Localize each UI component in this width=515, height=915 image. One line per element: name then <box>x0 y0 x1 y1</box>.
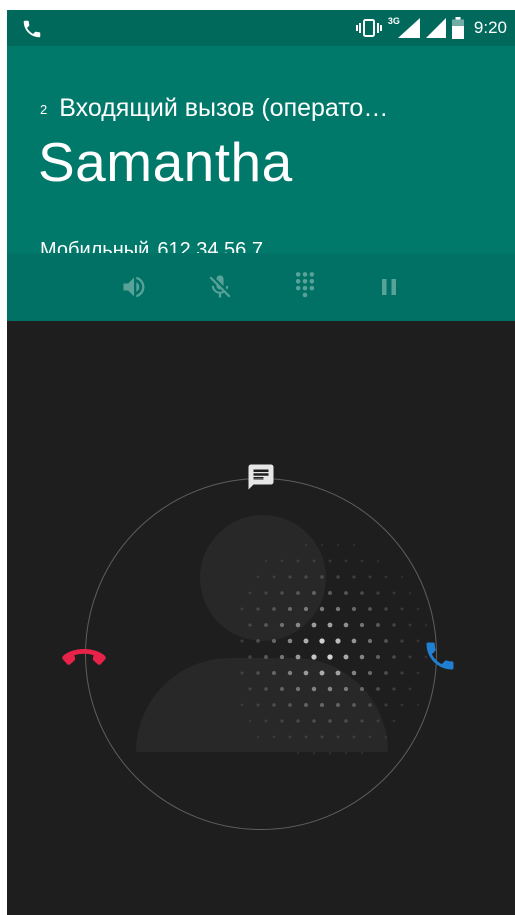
glow-pad-ring <box>85 478 437 830</box>
answer-call-button[interactable] <box>417 633 463 679</box>
reply-with-message-button[interactable] <box>244 460 278 494</box>
answer-call-icon <box>426 642 454 670</box>
decline-call-button[interactable] <box>57 638 111 678</box>
end-call-icon <box>62 649 106 665</box>
incoming-call-screen: 3G 9:20 2 Входящий вызов (операто… Saman… <box>7 10 515 915</box>
message-icon <box>248 464 274 490</box>
